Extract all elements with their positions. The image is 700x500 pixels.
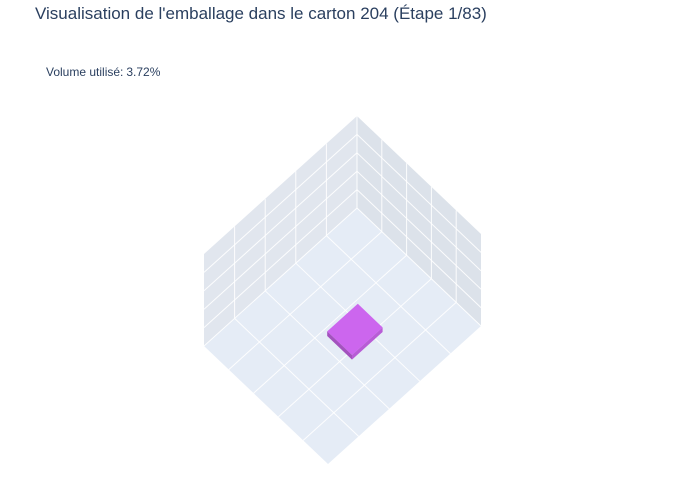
3d-scene[interactable] xyxy=(0,0,700,500)
